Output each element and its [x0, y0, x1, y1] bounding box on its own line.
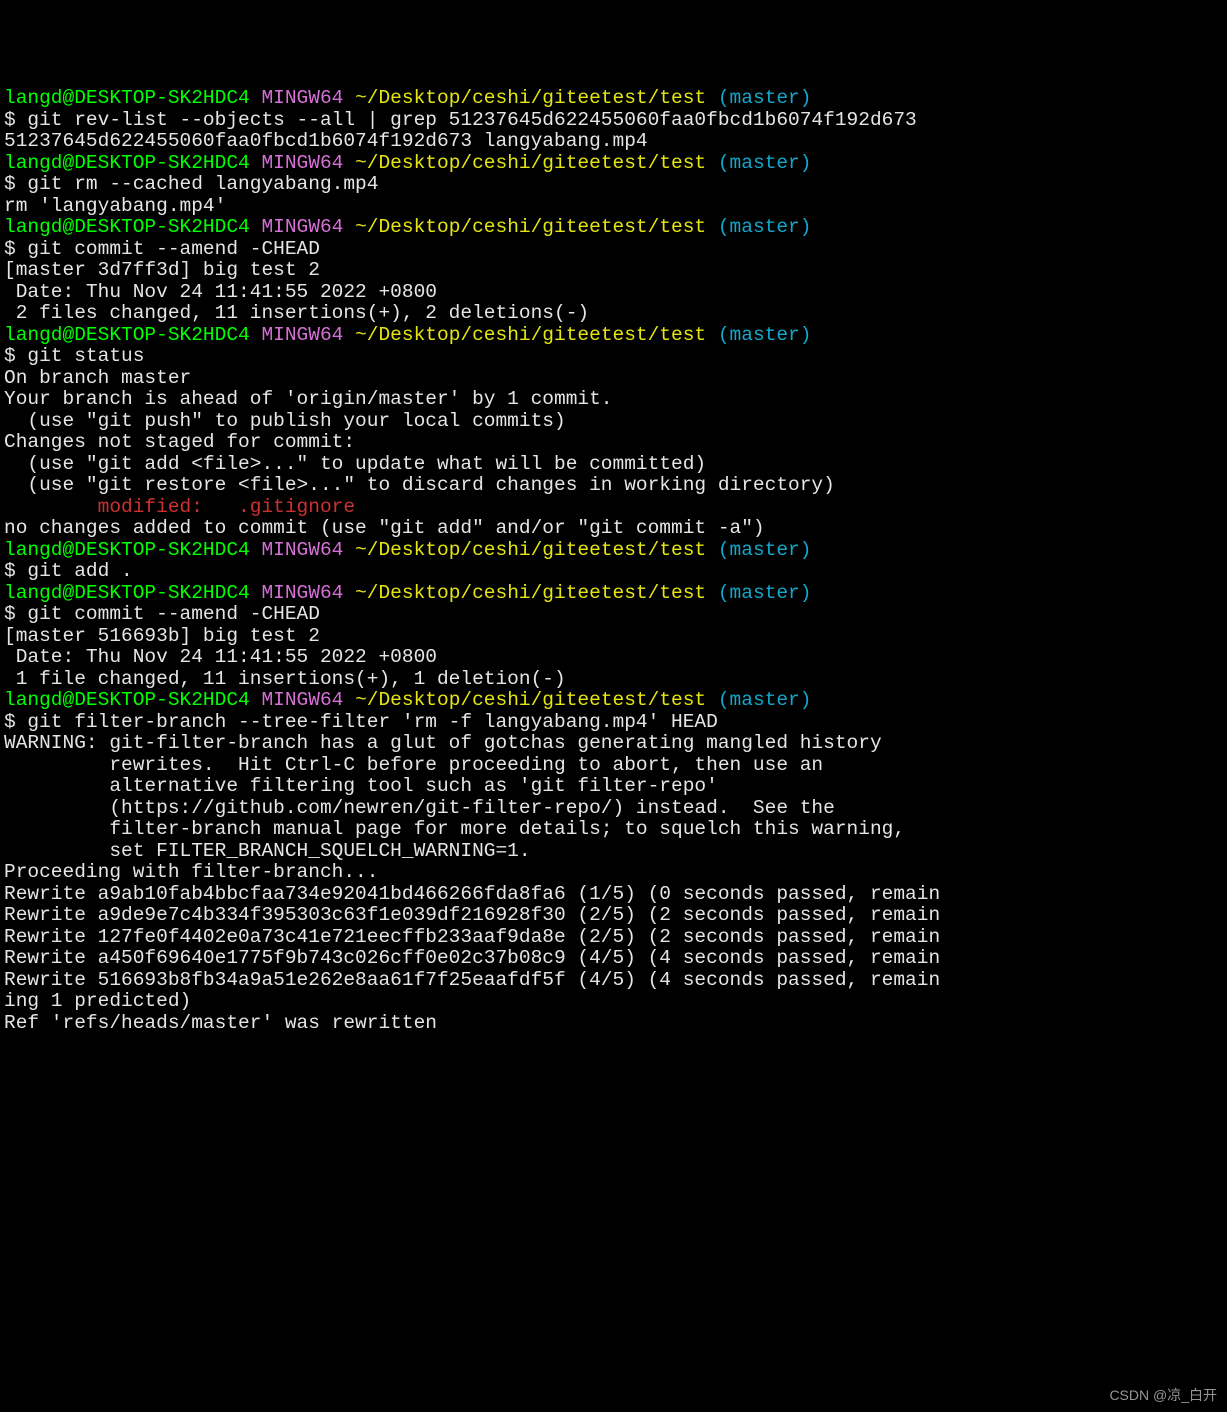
cwd: ~/Desktop/ceshi/giteetest/test — [355, 539, 706, 561]
user-host: langd@DESKTOP-SK2HDC4 — [4, 582, 250, 604]
env: MINGW64 — [250, 689, 355, 711]
output-line: Date: Thu Nov 24 11:41:55 2022 +0800 — [4, 647, 1223, 669]
prompt-line: langd@DESKTOP-SK2HDC4 MINGW64 ~/Desktop/… — [4, 217, 1223, 239]
branch: (master) — [706, 582, 811, 604]
command-line: $ git filter-branch --tree-filter 'rm -f… — [4, 712, 1223, 734]
output-line: Rewrite 127fe0f4402e0a73c41e721eecffb233… — [4, 927, 1223, 949]
prompt-line: langd@DESKTOP-SK2HDC4 MINGW64 ~/Desktop/… — [4, 540, 1223, 562]
branch: (master) — [706, 152, 811, 174]
output-line: WARNING: git-filter-branch has a glut of… — [4, 733, 1223, 755]
output-line: no changes added to commit (use "git add… — [4, 518, 1223, 540]
env: MINGW64 — [250, 324, 355, 346]
output-line: [master 516693b] big test 2 — [4, 626, 1223, 648]
branch: (master) — [706, 539, 811, 561]
cwd: ~/Desktop/ceshi/giteetest/test — [355, 689, 706, 711]
output-line: Changes not staged for commit: — [4, 432, 1223, 454]
output-line: (use "git restore <file>..." to discard … — [4, 475, 1223, 497]
command-line: $ git commit --amend -CHEAD — [4, 604, 1223, 626]
command-line: $ git rm --cached langyabang.mp4 — [4, 174, 1223, 196]
command-line: $ git rev-list --objects --all | grep 51… — [4, 110, 1223, 132]
output-line: Ref 'refs/heads/master' was rewritten — [4, 1013, 1223, 1035]
env: MINGW64 — [250, 87, 355, 109]
watermark: CSDN @凉_白开 — [1109, 1385, 1217, 1407]
branch: (master) — [706, 324, 811, 346]
branch: (master) — [706, 689, 811, 711]
output-line: set FILTER_BRANCH_SQUELCH_WARNING=1. — [4, 841, 1223, 863]
output-line: (use "git push" to publish your local co… — [4, 411, 1223, 433]
output-line: 1 file changed, 11 insertions(+), 1 dele… — [4, 669, 1223, 691]
cwd: ~/Desktop/ceshi/giteetest/test — [355, 582, 706, 604]
env: MINGW64 — [250, 539, 355, 561]
cwd: ~/Desktop/ceshi/giteetest/test — [355, 87, 706, 109]
env: MINGW64 — [250, 152, 355, 174]
user-host: langd@DESKTOP-SK2HDC4 — [4, 324, 250, 346]
command-line: $ git commit --amend -CHEAD — [4, 239, 1223, 261]
output-line: modified: .gitignore — [4, 497, 1223, 519]
user-host: langd@DESKTOP-SK2HDC4 — [4, 216, 250, 238]
user-host: langd@DESKTOP-SK2HDC4 — [4, 539, 250, 561]
output-line: 51237645d622455060faa0fbcd1b6074f192d673… — [4, 131, 1223, 153]
user-host: langd@DESKTOP-SK2HDC4 — [4, 689, 250, 711]
prompt-line: langd@DESKTOP-SK2HDC4 MINGW64 ~/Desktop/… — [4, 325, 1223, 347]
prompt-line: langd@DESKTOP-SK2HDC4 MINGW64 ~/Desktop/… — [4, 153, 1223, 175]
prompt-line: langd@DESKTOP-SK2HDC4 MINGW64 ~/Desktop/… — [4, 88, 1223, 110]
env: MINGW64 — [250, 216, 355, 238]
output-line: filter-branch manual page for more detai… — [4, 819, 1223, 841]
branch: (master) — [706, 216, 811, 238]
output-line: Rewrite a9ab10fab4bbcfaa734e92041bd46626… — [4, 884, 1223, 906]
output-line: [master 3d7ff3d] big test 2 — [4, 260, 1223, 282]
output-line: Date: Thu Nov 24 11:41:55 2022 +0800 — [4, 282, 1223, 304]
output-line: alternative filtering tool such as 'git … — [4, 776, 1223, 798]
output-line: rewrites. Hit Ctrl-C before proceeding t… — [4, 755, 1223, 777]
output-line: rm 'langyabang.mp4' — [4, 196, 1223, 218]
user-host: langd@DESKTOP-SK2HDC4 — [4, 152, 250, 174]
output-line: Rewrite 516693b8fb34a9a51e262e8aa61f7f25… — [4, 970, 1223, 992]
env: MINGW64 — [250, 582, 355, 604]
cwd: ~/Desktop/ceshi/giteetest/test — [355, 216, 706, 238]
output-line: Your branch is ahead of 'origin/master' … — [4, 389, 1223, 411]
command-line: $ git status — [4, 346, 1223, 368]
output-line: ing 1 predicted) — [4, 991, 1223, 1013]
cwd: ~/Desktop/ceshi/giteetest/test — [355, 152, 706, 174]
terminal-output[interactable]: langd@DESKTOP-SK2HDC4 MINGW64 ~/Desktop/… — [4, 88, 1223, 1034]
user-host: langd@DESKTOP-SK2HDC4 — [4, 87, 250, 109]
output-line: (https://github.com/newren/git-filter-re… — [4, 798, 1223, 820]
command-line: $ git add . — [4, 561, 1223, 583]
output-line: (use "git add <file>..." to update what … — [4, 454, 1223, 476]
output-line: Rewrite a9de9e7c4b334f395303c63f1e039df2… — [4, 905, 1223, 927]
prompt-line: langd@DESKTOP-SK2HDC4 MINGW64 ~/Desktop/… — [4, 583, 1223, 605]
output-line: Rewrite a450f69640e1775f9b743c026cff0e02… — [4, 948, 1223, 970]
branch: (master) — [706, 87, 811, 109]
output-line: On branch master — [4, 368, 1223, 390]
output-line: 2 files changed, 11 insertions(+), 2 del… — [4, 303, 1223, 325]
output-line: Proceeding with filter-branch... — [4, 862, 1223, 884]
prompt-line: langd@DESKTOP-SK2HDC4 MINGW64 ~/Desktop/… — [4, 690, 1223, 712]
cwd: ~/Desktop/ceshi/giteetest/test — [355, 324, 706, 346]
